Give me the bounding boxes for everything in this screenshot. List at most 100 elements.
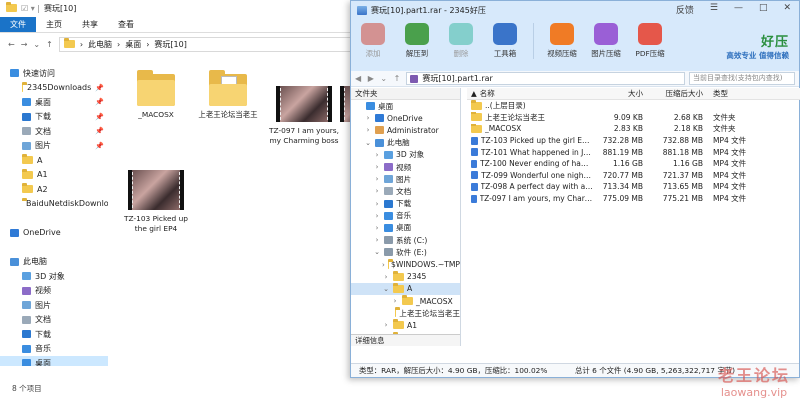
- tree-expand-icon[interactable]: ›: [373, 236, 381, 244]
- file-row[interactable]: TZ-099 Wonderful one night.mp4 720.77 MB 7…: [467, 170, 800, 182]
- up-arrow-icon[interactable]: ↑: [46, 40, 53, 49]
- tree-expand-icon[interactable]: ⌄: [364, 139, 372, 147]
- back-arrow-icon[interactable]: ←: [8, 40, 15, 49]
- tab-file[interactable]: 文件: [0, 17, 36, 32]
- sidebar-item[interactable]: BaiduNetdiskDownlo: [0, 197, 108, 212]
- sidebar-item[interactable]: 桌面 📌: [0, 95, 108, 110]
- tab-share[interactable]: 共享: [72, 17, 108, 32]
- toolbar-button[interactable]: 图片压缩: [584, 23, 628, 59]
- breadcrumb-item[interactable]: 桌面: [125, 39, 141, 50]
- column-size[interactable]: 大小: [593, 88, 647, 99]
- tree-item[interactable]: › 视频: [351, 161, 460, 173]
- tree-item[interactable]: › OneDrive: [351, 112, 460, 124]
- sidebar-item[interactable]: 文档: [0, 313, 108, 328]
- toolbar-button[interactable]: PDF压缩: [628, 23, 672, 59]
- breadcrumb[interactable]: › 此电脑 › 桌面 › 赛玩[10]: [58, 36, 354, 52]
- sidebar-item[interactable]: A2: [0, 182, 108, 197]
- feedback-button[interactable]: 反馈: [668, 1, 702, 18]
- column-name[interactable]: ▲ 名称: [467, 88, 593, 99]
- tree-item[interactable]: › $WINDOWS.~TMP: [351, 258, 460, 270]
- archive-path[interactable]: 赛玩[10].part1.rar: [406, 72, 685, 85]
- tree-expand-icon[interactable]: ⌄: [373, 248, 381, 256]
- file-row[interactable]: TZ-097 I am yours, my Charming boss.mp4 7…: [467, 193, 800, 205]
- file-item[interactable]: TZ-097 I am yours, my Charming boss: [268, 86, 340, 146]
- file-row[interactable]: _MACOSX 2.83 KB 2.18 KB 文件夹: [467, 123, 800, 135]
- file-row[interactable]: TZ-100 Never ending of happiness.mp4 1.16…: [467, 158, 800, 170]
- tree-item[interactable]: › 3D 对象: [351, 149, 460, 161]
- tree-expand-icon[interactable]: ›: [391, 297, 399, 305]
- sidebar-item[interactable]: 2345Downloads 📌: [0, 81, 108, 96]
- sidebar-item[interactable]: 快速访问: [0, 66, 108, 81]
- tree-expand-icon[interactable]: ›: [373, 200, 381, 208]
- tree-expand-icon[interactable]: ›: [373, 212, 381, 220]
- tree-expand-icon[interactable]: ›: [382, 321, 390, 329]
- tree-expand-icon[interactable]: ›: [364, 126, 372, 134]
- sidebar-item[interactable]: 桌面: [0, 356, 108, 366]
- sidebar-item[interactable]: 图片 📌: [0, 139, 108, 154]
- file-item[interactable]: 上老王论坛当老王: [192, 70, 264, 120]
- archive-nav-buttons[interactable]: ◀ ▶ ⌄ ↑: [355, 74, 402, 83]
- sidebar-item[interactable]: 图片: [0, 298, 108, 313]
- tree-expand-icon[interactable]: ›: [373, 187, 381, 195]
- tree-item[interactable]: › A1: [351, 319, 460, 331]
- file-row[interactable]: TZ-101 What happened in Jail.mp4 881.19 M…: [467, 146, 800, 158]
- file-row[interactable]: TZ-103 Picked up the girl EP4.mp4 732.28 …: [467, 135, 800, 147]
- tree-item[interactable]: › 图片: [351, 173, 460, 185]
- tree-expand-icon[interactable]: ›: [373, 163, 381, 171]
- sidebar-item[interactable]: A: [0, 153, 108, 168]
- column-packed-size[interactable]: 压缩后大小: [647, 88, 707, 99]
- tree-item[interactable]: › 桌面: [351, 222, 460, 234]
- menu-icon[interactable]: ☰: [702, 1, 726, 18]
- recent-chevron-icon[interactable]: ⌄: [33, 40, 40, 49]
- tree-item[interactable]: ⌄ A: [351, 282, 460, 295]
- tree-item[interactable]: 上老王论坛当老王: [351, 307, 460, 319]
- tree-expand-icon[interactable]: ›: [373, 175, 381, 183]
- tree-item[interactable]: › _MACOSX: [351, 295, 460, 307]
- forward-arrow-icon[interactable]: →: [21, 40, 28, 49]
- toolbar-button[interactable]: 视频压缩: [540, 23, 584, 59]
- file-item[interactable]: TZ-103 Picked up the girl EP4: [120, 170, 192, 234]
- tree-item[interactable]: › 文档: [351, 185, 460, 197]
- quick-access-toolbar[interactable]: ☑ ▾ |: [21, 4, 40, 13]
- sidebar-item[interactable]: OneDrive: [0, 226, 108, 241]
- tree-item[interactable]: ⌄ 此电脑: [351, 137, 460, 149]
- file-row[interactable]: ..(上层目录): [467, 100, 800, 112]
- breadcrumb-item[interactable]: 此电脑: [88, 39, 112, 50]
- tree-expand-icon[interactable]: ⌄: [382, 285, 390, 293]
- tab-home[interactable]: 主页: [36, 17, 72, 32]
- sidebar-item[interactable]: 文档 📌: [0, 124, 108, 139]
- sidebar-item[interactable]: 此电脑: [0, 255, 108, 270]
- sidebar-item[interactable]: 下载 📌: [0, 110, 108, 125]
- column-type[interactable]: 类型: [707, 88, 800, 99]
- sidebar-item[interactable]: 3D 对象: [0, 269, 108, 284]
- tree-item[interactable]: › 系统 (C:): [351, 234, 460, 246]
- toolbar-button[interactable]: 添加: [351, 23, 395, 59]
- tree-item[interactable]: ⌄ 软件 (E:): [351, 246, 460, 258]
- minimize-icon[interactable]: —: [726, 1, 751, 18]
- file-item[interactable]: _MACOSX: [120, 70, 192, 120]
- toolbar-button[interactable]: 解压到: [395, 23, 439, 59]
- archive-search-input[interactable]: 当前目录查找(支持包内查找): [689, 72, 795, 85]
- sidebar-item[interactable]: 视频: [0, 284, 108, 299]
- tree-item[interactable]: › 音乐: [351, 210, 460, 222]
- sidebar-item[interactable]: 音乐: [0, 342, 108, 357]
- maximize-icon[interactable]: □: [751, 1, 776, 18]
- tree-expand-icon[interactable]: ›: [382, 261, 385, 269]
- file-row[interactable]: TZ-098 A perfect day with a girl.mp4 713.…: [467, 181, 800, 193]
- close-icon[interactable]: ✕: [775, 1, 799, 18]
- tree-expand-icon[interactable]: ›: [373, 151, 381, 159]
- tree-expand-icon[interactable]: ›: [373, 224, 381, 232]
- breadcrumb-item[interactable]: 赛玩[10]: [154, 39, 186, 50]
- file-row[interactable]: 上老王论坛当老王 9.09 KB 2.68 KB 文件夹: [467, 111, 800, 124]
- tree-item[interactable]: › 下载: [351, 198, 460, 210]
- tab-view[interactable]: 查看: [108, 17, 144, 32]
- sidebar-item[interactable]: 下载: [0, 327, 108, 342]
- tree-item[interactable]: 桌面: [351, 100, 460, 112]
- tree-item[interactable]: › Administrator: [351, 124, 460, 136]
- tree-expand-icon[interactable]: ›: [364, 114, 372, 122]
- details-toggle[interactable]: 详细信息: [351, 334, 460, 346]
- tree-expand-icon[interactable]: ›: [382, 273, 390, 281]
- tree-item[interactable]: › 2345: [351, 270, 460, 283]
- sidebar-item[interactable]: A1: [0, 168, 108, 183]
- toolbar-button[interactable]: 删除: [439, 23, 483, 59]
